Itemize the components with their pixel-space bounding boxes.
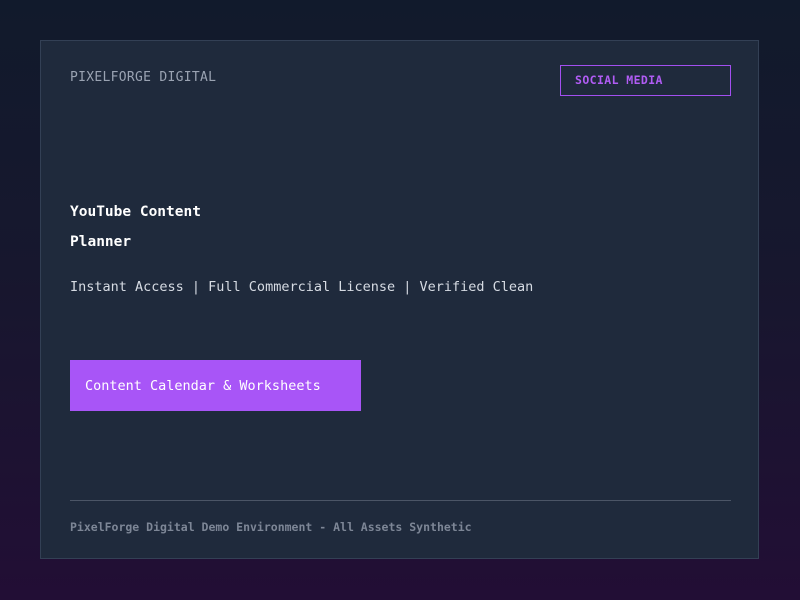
product-title-line-2: Planner bbox=[70, 234, 132, 250]
feature-list: Instant Access | Full Commercial License… bbox=[70, 279, 534, 295]
footer-divider bbox=[70, 500, 731, 501]
brand-name: PIXELFORGE DIGITAL bbox=[70, 70, 217, 85]
content-calendar-button[interactable]: Content Calendar & Worksheets bbox=[70, 360, 361, 411]
product-title: YouTube Content Planner bbox=[70, 197, 320, 257]
footer-text: PixelForge Digital Demo Environment - Al… bbox=[70, 520, 472, 534]
product-card: PIXELFORGE DIGITAL SOCIAL MEDIA YouTube … bbox=[40, 40, 759, 559]
category-badge: SOCIAL MEDIA bbox=[560, 65, 731, 96]
product-title-line-1: YouTube Content bbox=[70, 204, 201, 220]
